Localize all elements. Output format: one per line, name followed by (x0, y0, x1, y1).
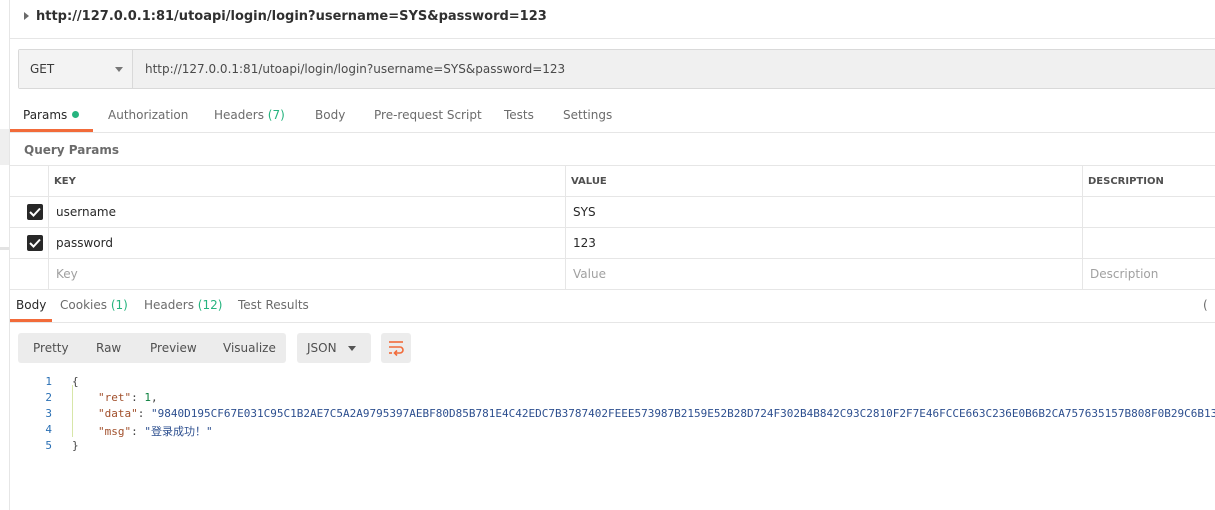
raw-button[interactable]: Raw (96, 341, 121, 355)
table-row: password 123 (10, 228, 1215, 259)
json-value-ret: 1 (144, 391, 151, 404)
param-key[interactable]: username (56, 205, 116, 219)
tab-prerequest-script[interactable]: Pre-request Script (374, 108, 482, 122)
param-checkbox[interactable] (27, 204, 43, 220)
open-brace: { (72, 375, 79, 388)
description-column-header: DESCRIPTION (1088, 176, 1164, 187)
code-line: "msg": "登录成功！" (98, 425, 213, 438)
json-value-data: "9840D195CF67E031C95C1B2AE7C5A2A9795397A… (151, 407, 1215, 420)
url-input[interactable]: http://127.0.0.1:81/utoapi/login/login?u… (145, 62, 565, 76)
code-line: "ret": 1, (98, 391, 158, 404)
line-number: 3 (45, 407, 52, 420)
tab-body[interactable]: Body (315, 108, 345, 122)
query-params-table: KEY VALUE DESCRIPTION username SYS passw… (10, 165, 1215, 290)
tab-test-results[interactable]: Test Results (238, 298, 309, 312)
line-number: 2 (45, 391, 52, 404)
param-checkbox[interactable] (27, 235, 43, 251)
code-line: "data": "9840D195CF67E031C95C1B2AE7C5A2A… (98, 407, 1215, 420)
code-line: { (72, 375, 79, 388)
response-tabs: Body Cookies (1) Headers (12) Test Resul… (10, 290, 1215, 323)
active-tab-underline (10, 129, 93, 132)
request-tabs: Params Authorization Headers (7) Body Pr… (10, 100, 1215, 133)
method-label: GET (30, 62, 55, 76)
preview-button[interactable]: Preview (150, 341, 197, 355)
table-row: username SYS (10, 197, 1215, 228)
tab-response-headers-label: Headers (144, 298, 194, 312)
sidebar-edge (0, 0, 10, 510)
tab-authorization[interactable]: Authorization (108, 108, 188, 122)
key-column-header: KEY (54, 176, 76, 187)
checkmark-icon (29, 207, 41, 217)
json-key-msg: "msg" (98, 425, 132, 438)
method-select[interactable]: GET (19, 50, 133, 88)
params-active-dot (72, 111, 80, 118)
indent-guide (72, 385, 73, 437)
key-placeholder[interactable]: Key (56, 267, 78, 281)
headers-count: (7) (267, 108, 285, 122)
line-number: 4 (45, 423, 52, 436)
code-line: } (72, 439, 79, 452)
tab-headers[interactable]: Headers (7) (214, 108, 285, 122)
url-bar: GET http://127.0.0.1:81/utoapi/login/log… (18, 49, 1215, 89)
description-placeholder[interactable]: Description (1090, 267, 1158, 281)
cookies-count: (1) (110, 298, 128, 312)
checkmark-icon (29, 238, 41, 248)
format-select[interactable]: JSON (297, 333, 371, 363)
tab-settings[interactable]: Settings (563, 108, 612, 122)
request-title-bar: http://127.0.0.1:81/utoapi/login/login?u… (10, 0, 1215, 39)
tab-headers-label: Headers (214, 108, 264, 122)
visualize-button[interactable]: Visualize (223, 341, 276, 355)
json-value-msg: "登录成功！" (144, 425, 213, 438)
tab-params-label: Params (23, 108, 68, 122)
value-column-header: VALUE (571, 176, 607, 187)
caret-right-icon[interactable] (24, 12, 29, 20)
tab-tests[interactable]: Tests (504, 108, 534, 122)
json-key-data: "data" (98, 407, 138, 420)
close-brace: } (72, 439, 79, 452)
active-response-tab-underline (10, 319, 52, 322)
table-row-empty: Key Value Description (10, 259, 1215, 290)
param-value[interactable]: SYS (573, 205, 596, 219)
wrap-lines-icon (389, 341, 404, 357)
wrap-lines-button[interactable] (381, 333, 411, 363)
table-header-row: KEY VALUE DESCRIPTION (10, 166, 1215, 197)
sidebar-selected-item (0, 129, 9, 165)
tab-response-headers[interactable]: Headers (12) (144, 298, 222, 312)
param-key[interactable]: password (56, 236, 113, 250)
line-number: 5 (45, 439, 52, 452)
tab-cookies[interactable]: Cookies (1) (60, 298, 128, 312)
response-headers-count: (12) (197, 298, 223, 312)
tab-response-body[interactable]: Body (16, 298, 46, 312)
chevron-down-icon (115, 67, 123, 72)
query-params-title: Query Params (24, 143, 120, 157)
tab-params[interactable]: Params (23, 108, 80, 122)
sidebar-divider (0, 247, 9, 250)
json-key-ret: "ret" (98, 391, 132, 404)
view-mode-group: Pretty Raw Preview Visualize (18, 333, 286, 363)
request-title[interactable]: http://127.0.0.1:81/utoapi/login/login?u… (36, 9, 547, 24)
pretty-button[interactable]: Pretty (33, 341, 69, 355)
line-number: 1 (45, 375, 52, 388)
clipped-status-text: ( (1203, 298, 1208, 312)
value-placeholder[interactable]: Value (573, 267, 606, 281)
param-value[interactable]: 123 (573, 236, 596, 250)
format-label: JSON (307, 341, 337, 355)
tab-cookies-label: Cookies (60, 298, 107, 312)
chevron-down-icon (348, 346, 356, 351)
